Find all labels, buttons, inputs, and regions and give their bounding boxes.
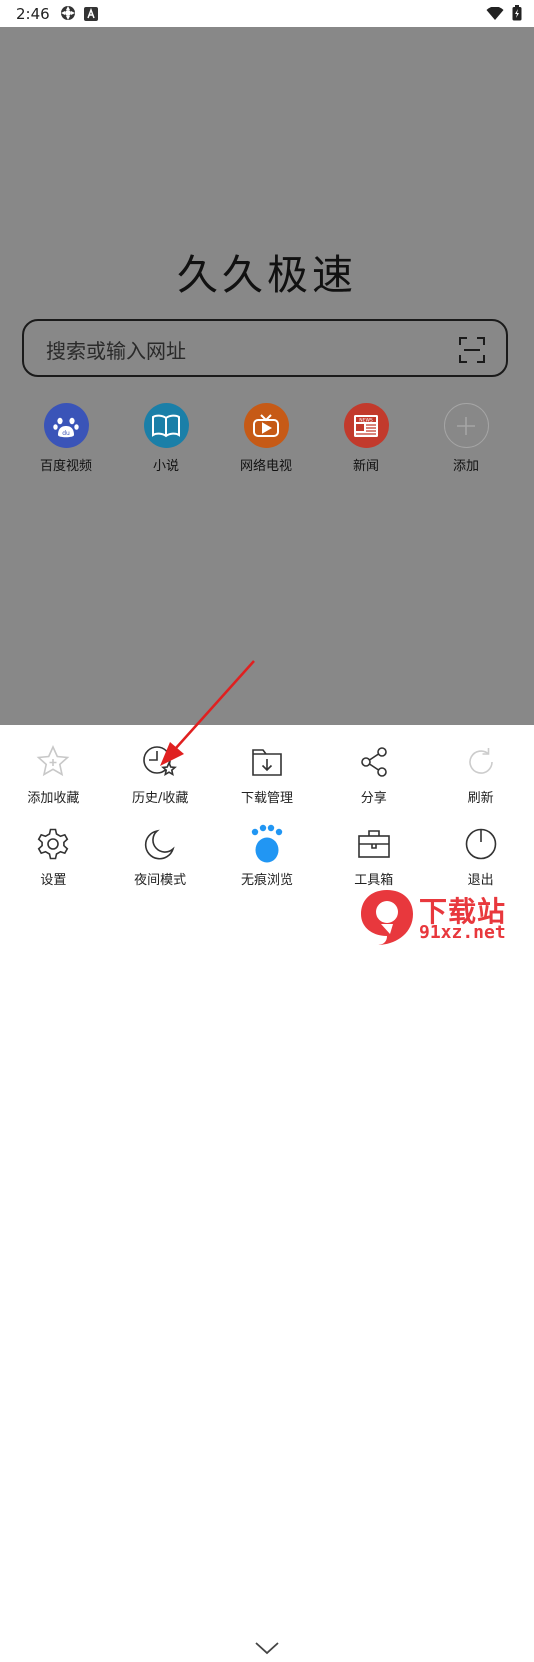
clock-star-icon [140,742,180,782]
gear-icon [33,824,73,864]
menu-label: 工具箱 [354,873,394,888]
app-title: 久久极速 [177,251,357,299]
shortcut-news[interactable]: NEWS 新闻 [316,403,416,474]
menu-exit[interactable]: 退出 [428,824,534,888]
home-page-dimmed: 久久极速 搜索或输入网址 du 百度视频 小说 网络电视 NEWS 新闻 添加 [0,27,534,725]
menu-row-2: 设置 夜间模式 无痕浏览 工具箱 退出 [0,824,534,888]
book-icon [143,403,189,448]
menu-history-bookmarks[interactable]: 历史/收藏 [107,742,213,806]
toolbox-icon [354,824,394,864]
wifi-icon [486,5,504,25]
news-icon: NEWS [343,403,389,448]
app-a-icon [84,6,98,25]
shortcut-label: 网络电视 [239,459,292,474]
power-icon [461,824,501,864]
watermark: 下载站 91xz.net [357,888,532,948]
plus-icon [443,403,489,448]
status-bar: 2:46 [0,0,534,27]
shortcut-label: 百度视频 [39,459,92,474]
menu-toolbox[interactable]: 工具箱 [321,824,427,888]
battery-icon [512,5,522,25]
svg-text:NEWS: NEWS [359,417,373,423]
menu-label: 历史/收藏 [131,791,189,806]
shortcut-label: 小说 [152,459,179,474]
search-bar[interactable]: 搜索或输入网址 [22,319,508,377]
shortcut-novel[interactable]: 小说 [116,403,216,474]
menu-share[interactable]: 分享 [321,742,427,806]
watermark-url: 91xz.net [419,922,506,943]
menu-settings[interactable]: 设置 [0,824,106,888]
menu-label: 设置 [40,873,67,888]
menu-label: 刷新 [467,791,494,806]
menu-refresh[interactable]: 刷新 [428,742,534,806]
moon-icon [140,824,180,864]
menu-label: 夜间模式 [134,873,187,888]
menu-add-bookmark[interactable]: 添加收藏 [0,742,106,806]
shortcut-label: 新闻 [352,459,379,474]
sync-icon [60,5,76,25]
menu-label: 下载管理 [240,791,293,806]
menu-night-mode[interactable]: 夜间模式 [107,824,213,888]
tv-icon [243,403,289,448]
shortcut-label: 添加 [452,459,479,474]
menu-download-manager[interactable]: 下载管理 [214,742,320,806]
search-input[interactable]: 搜索或输入网址 [46,335,186,364]
refresh-icon [461,742,501,782]
share-icon [354,742,394,782]
menu-incognito[interactable]: 无痕浏览 [214,824,320,888]
menu-label: 分享 [360,791,387,806]
shortcut-baidu-video[interactable]: du 百度视频 [16,403,116,474]
menu-label: 添加收藏 [27,791,80,806]
download-folder-icon [247,742,287,782]
status-time: 2:46 [16,5,50,23]
menu-row-1: 添加收藏 历史/收藏 下载管理 分享 刷新 [0,742,534,806]
menu-label: 退出 [467,873,494,888]
shortcut-web-tv[interactable]: 网络电视 [216,403,316,474]
incognito-paw-icon [247,824,287,864]
watermark-logo-icon [357,888,417,950]
svg-text:du: du [62,430,70,437]
shortcut-grid: du 百度视频 小说 网络电视 NEWS 新闻 添加 [16,403,516,474]
shortcut-add[interactable]: 添加 [416,403,516,474]
menu-label: 无痕浏览 [240,873,293,888]
star-plus-icon [33,742,73,782]
baidu-paw-icon: du [43,403,89,448]
chevron-down-icon[interactable] [252,1638,282,1662]
scan-icon[interactable] [458,336,486,368]
